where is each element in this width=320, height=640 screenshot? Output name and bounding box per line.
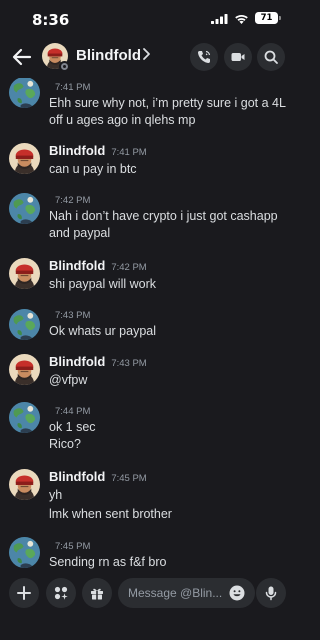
message-timestamp: 7:43 PM <box>111 358 147 369</box>
apps-icon <box>54 586 68 600</box>
message-meta: 7:43 PM <box>49 310 90 321</box>
user-avatar[interactable] <box>9 78 40 108</box>
message-text: Sending rn as f&f bro <box>49 555 167 569</box>
status-time: 8:36 <box>32 11 70 29</box>
message-timestamp: 7:45 PM <box>55 541 91 552</box>
message-text: shi paypal will work <box>49 277 156 291</box>
voice-call-button[interactable] <box>190 43 218 71</box>
user-avatar[interactable] <box>9 309 40 340</box>
wifi-icon <box>235 14 248 24</box>
message-text: off u ages ago in qlehs mp <box>49 113 196 127</box>
message-text: lmk when sent brother <box>49 507 172 521</box>
conversation-header: Blindfold <box>0 38 296 78</box>
message-author[interactable]: Blindfold <box>49 354 105 369</box>
message-meta: 7:44 PM <box>49 406 90 417</box>
cellular-signal-icon <box>211 13 228 24</box>
message-timestamp: 7:44 PM <box>55 406 91 417</box>
message-author[interactable]: Blindfold <box>49 143 105 158</box>
message-meta: Blindfold 7:43 PM <box>49 354 147 369</box>
message-meta: 7:41 PM <box>49 82 90 93</box>
back-arrow-icon[interactable] <box>10 45 34 69</box>
message-timestamp: 7:41 PM <box>111 147 147 158</box>
message-text: Rico? <box>49 437 81 451</box>
search-button[interactable] <box>257 43 285 71</box>
message-text: Ehh sure why not, i’m pretty sure i got … <box>49 96 286 110</box>
gift-icon <box>91 588 103 600</box>
user-avatar[interactable] <box>9 258 40 289</box>
user-avatar[interactable] <box>9 469 40 500</box>
message-text: and paypal <box>49 226 111 240</box>
emoji-icon[interactable] <box>229 585 245 601</box>
message-author[interactable]: Blindfold <box>49 258 105 273</box>
gift-button[interactable] <box>82 578 112 608</box>
message-meta: Blindfold 7:42 PM <box>49 258 147 273</box>
status-icons: 71 <box>211 12 281 24</box>
message-list[interactable]: 7:41 PM Ehh sure why not, i’m pretty sur… <box>0 78 296 572</box>
video-call-button[interactable] <box>224 43 252 71</box>
voice-message-button[interactable] <box>256 578 286 608</box>
message-meta: 7:45 PM <box>49 541 90 552</box>
user-avatar[interactable] <box>9 193 40 224</box>
attach-button[interactable] <box>9 578 39 608</box>
apps-button[interactable] <box>46 578 76 608</box>
message-timestamp: 7:42 PM <box>111 262 147 273</box>
message-timestamp: 7:42 PM <box>55 195 91 206</box>
message-meta: Blindfold 7:41 PM <box>49 143 147 158</box>
search-icon <box>264 50 278 64</box>
message-input[interactable]: Message @Blin... <box>118 578 255 608</box>
offline-status-icon <box>59 61 70 72</box>
message-timestamp: 7:45 PM <box>111 473 147 484</box>
microphone-icon <box>265 586 277 601</box>
user-avatar[interactable] <box>9 143 40 174</box>
message-meta: Blindfold 7:45 PM <box>49 469 147 484</box>
message-text: can u pay in btc <box>49 162 137 176</box>
message-timestamp: 7:41 PM <box>55 82 91 93</box>
user-avatar[interactable] <box>9 354 40 385</box>
phone-icon <box>198 50 211 63</box>
message-input-placeholder: Message @Blin... <box>128 586 223 600</box>
message-text: Nah i don’t have crypto i just got casha… <box>49 209 278 223</box>
user-avatar[interactable] <box>9 402 40 433</box>
battery-indicator: 71 <box>255 12 281 24</box>
message-text: yh <box>49 488 63 502</box>
status-bar: 8:36 71 <box>0 0 296 38</box>
plus-icon <box>17 586 31 600</box>
message-text: ok 1 sec <box>49 420 96 434</box>
contact-name[interactable]: Blindfold <box>76 47 141 64</box>
message-text: @vfpw <box>49 373 88 387</box>
message-timestamp: 7:43 PM <box>55 310 91 321</box>
user-avatar[interactable] <box>9 537 40 568</box>
message-meta: 7:42 PM <box>49 195 90 206</box>
message-author[interactable]: Blindfold <box>49 469 105 484</box>
chevron-right-icon[interactable] <box>140 46 154 62</box>
message-composer: Message @Blin... <box>0 572 296 640</box>
video-camera-icon <box>231 53 245 61</box>
message-text: Ok whats ur paypal <box>49 324 156 338</box>
